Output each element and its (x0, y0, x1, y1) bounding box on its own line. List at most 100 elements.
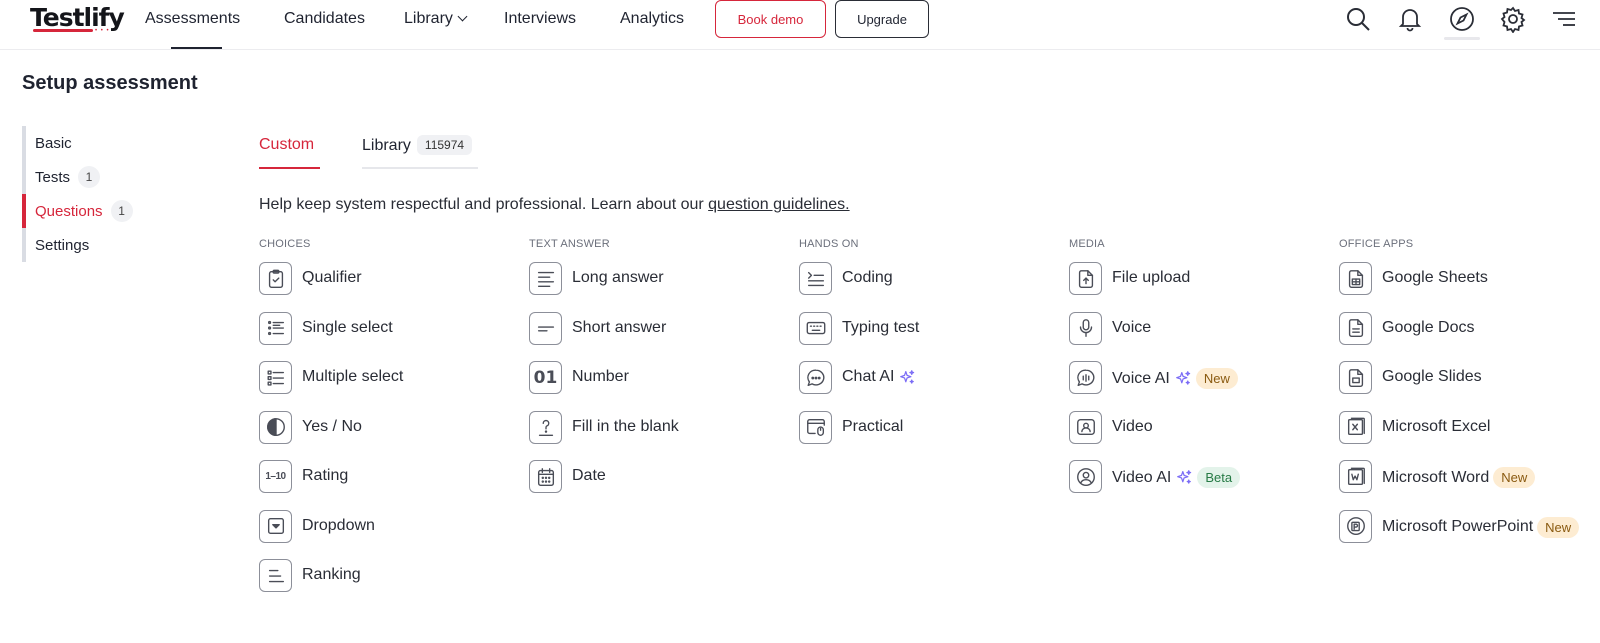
step-settings[interactable]: Settings (22, 228, 182, 262)
question-type-label: Video (1112, 417, 1153, 435)
question-type-label: Multiple select (302, 368, 404, 385)
question-type-single-select[interactable]: Single select (259, 311, 519, 362)
step-questions[interactable]: Questions 1 (22, 194, 182, 228)
question-type-microsoft-excel[interactable]: Microsoft Excel (1339, 410, 1599, 461)
nav-analytics[interactable]: Analytics (620, 10, 684, 28)
question-type-label-wrap: Long answer (572, 269, 664, 287)
question-type-google-sheets[interactable]: Google Sheets (1339, 262, 1599, 312)
question-type-microsoft-powerpoint[interactable]: Microsoft PowerPoint New (1339, 509, 1599, 560)
step-rail (22, 126, 26, 160)
question-type-date[interactable]: Date (529, 460, 789, 510)
question-type-multiple-select[interactable]: Multiple select (259, 361, 519, 411)
question-type-file-upload[interactable]: File upload (1069, 262, 1329, 312)
question-type-video-ai[interactable]: Video AI Beta (1069, 460, 1329, 510)
word-file-icon (1339, 460, 1372, 493)
column-heading: OFFICE APPS (1339, 238, 1414, 250)
ai-sparkle-icon (899, 369, 916, 386)
question-type-video[interactable]: Video (1069, 410, 1329, 461)
question-type-google-slides[interactable]: Google Slides (1339, 361, 1599, 411)
question-type-label: Google Docs (1382, 318, 1475, 336)
logo-underline (33, 29, 93, 32)
step-basic[interactable]: Basic (22, 126, 182, 160)
excel-file-icon (1339, 410, 1372, 444)
compass-icon[interactable] (1448, 5, 1476, 33)
question-guidelines-link[interactable]: question guidelines. (708, 196, 849, 213)
question-type-label-wrap: Ranking (302, 566, 361, 584)
question-type-google-docs[interactable]: Google Docs (1339, 311, 1599, 362)
question-type-label-wrap: Voice (1112, 319, 1151, 337)
question-type-long-answer[interactable]: Long answer (529, 262, 789, 312)
question-type-label: Rating (302, 467, 349, 484)
step-tests[interactable]: Tests 1 (22, 160, 182, 194)
question-type-short-answer[interactable]: Short answer (529, 311, 789, 362)
list-icon (259, 311, 292, 345)
question-type-label-wrap: Coding (842, 269, 893, 287)
help-text: Help keep system respectful and professi… (259, 196, 709, 213)
question-type-voice-ai[interactable]: Voice AI New (1069, 361, 1329, 411)
question-type-label-wrap: Microsoft PowerPoint New (1382, 516, 1580, 538)
question-type-qualifier[interactable]: Qualifier (259, 262, 519, 312)
count-badge: 1 (78, 166, 101, 188)
brand-logo[interactable]: Testlify (30, 3, 125, 32)
page-title: Setup assessment (22, 72, 198, 94)
question-type-label-wrap: Microsoft Word New (1382, 467, 1536, 488)
question-type-fill-in-the-blank[interactable]: Fill in the blank (529, 410, 789, 461)
half-circle-icon (259, 410, 292, 444)
question-type-label: Google Sheets (1382, 269, 1488, 286)
question-type-practical[interactable]: Practical (799, 410, 1059, 461)
question-type-label: Long answer (572, 269, 664, 286)
gear-icon[interactable] (1499, 5, 1527, 34)
ranking-icon (259, 559, 292, 592)
tab-custom[interactable]: Custom (259, 136, 314, 154)
logo-dots: • • • (95, 28, 110, 34)
question-type-typing-test[interactable]: Typing test (799, 311, 1059, 362)
column-heading: HANDS ON (799, 238, 859, 250)
question-type-label: Microsoft PowerPoint (1382, 518, 1534, 535)
question-type-label-wrap: Dropdown (302, 517, 375, 535)
step-label: Basic (35, 134, 72, 152)
question-type-chat-ai[interactable]: Chat AI (799, 361, 1059, 411)
calendar-icon (529, 460, 562, 493)
question-type-label: Short answer (572, 318, 667, 336)
question-type-rating[interactable]: 1–10 Rating (259, 460, 519, 510)
question-type-label-wrap: Google Sheets (1382, 269, 1488, 287)
question-type-dropdown[interactable]: Dropdown (259, 509, 519, 560)
nav-interviews[interactable]: Interviews (504, 10, 576, 28)
menu-icon[interactable] (1550, 5, 1578, 33)
new-badge: New (1537, 516, 1580, 538)
question-type-label: Video AI (1112, 468, 1172, 486)
paragraph-icon (529, 262, 562, 295)
step-rail (22, 194, 26, 228)
question-type-microsoft-word[interactable]: Microsoft Word New (1339, 460, 1599, 510)
window-mouse-icon (799, 410, 832, 444)
user-circle-icon (1069, 460, 1102, 493)
nav-assessments[interactable]: Assessments (145, 10, 240, 28)
question-type-label: File upload (1112, 269, 1191, 286)
question-type-coding[interactable]: Coding (799, 262, 1059, 312)
step-label: Settings (35, 236, 90, 254)
bell-icon[interactable] (1396, 5, 1424, 33)
question-type-yes-no[interactable]: Yes / No (259, 410, 519, 461)
question-type-number[interactable]: 01 Number (529, 361, 789, 411)
chat-icon (799, 361, 832, 394)
sheet-file-icon (1339, 262, 1372, 295)
question-type-column: TEXT ANSWER Long answer Short answer 01 Numb… (529, 238, 789, 510)
column-heading: TEXT ANSWER (529, 238, 610, 250)
book-demo-button[interactable]: Book demo (715, 0, 826, 38)
question-type-label-wrap: Single select (302, 319, 393, 337)
upgrade-button[interactable]: Upgrade (835, 0, 929, 38)
question-type-label-wrap: Rating (302, 467, 348, 485)
nav-candidates[interactable]: Candidates (284, 10, 365, 28)
slides-file-icon (1339, 361, 1372, 394)
nav-library[interactable]: Library (404, 10, 468, 28)
voice-bubble-icon (1069, 361, 1102, 394)
question-type-label: Chat AI (842, 368, 895, 385)
question-type-label: Voice AI (1112, 369, 1170, 387)
question-type-voice[interactable]: Voice (1069, 311, 1329, 362)
question-type-label-wrap: Multiple select (302, 368, 403, 386)
search-icon[interactable] (1344, 5, 1372, 33)
dropdown-icon (259, 509, 292, 543)
question-type-ranking[interactable]: Ranking (259, 559, 519, 609)
tab-library[interactable]: Library 115974 (362, 135, 473, 156)
question-type-label-wrap: Qualifier (302, 269, 362, 287)
